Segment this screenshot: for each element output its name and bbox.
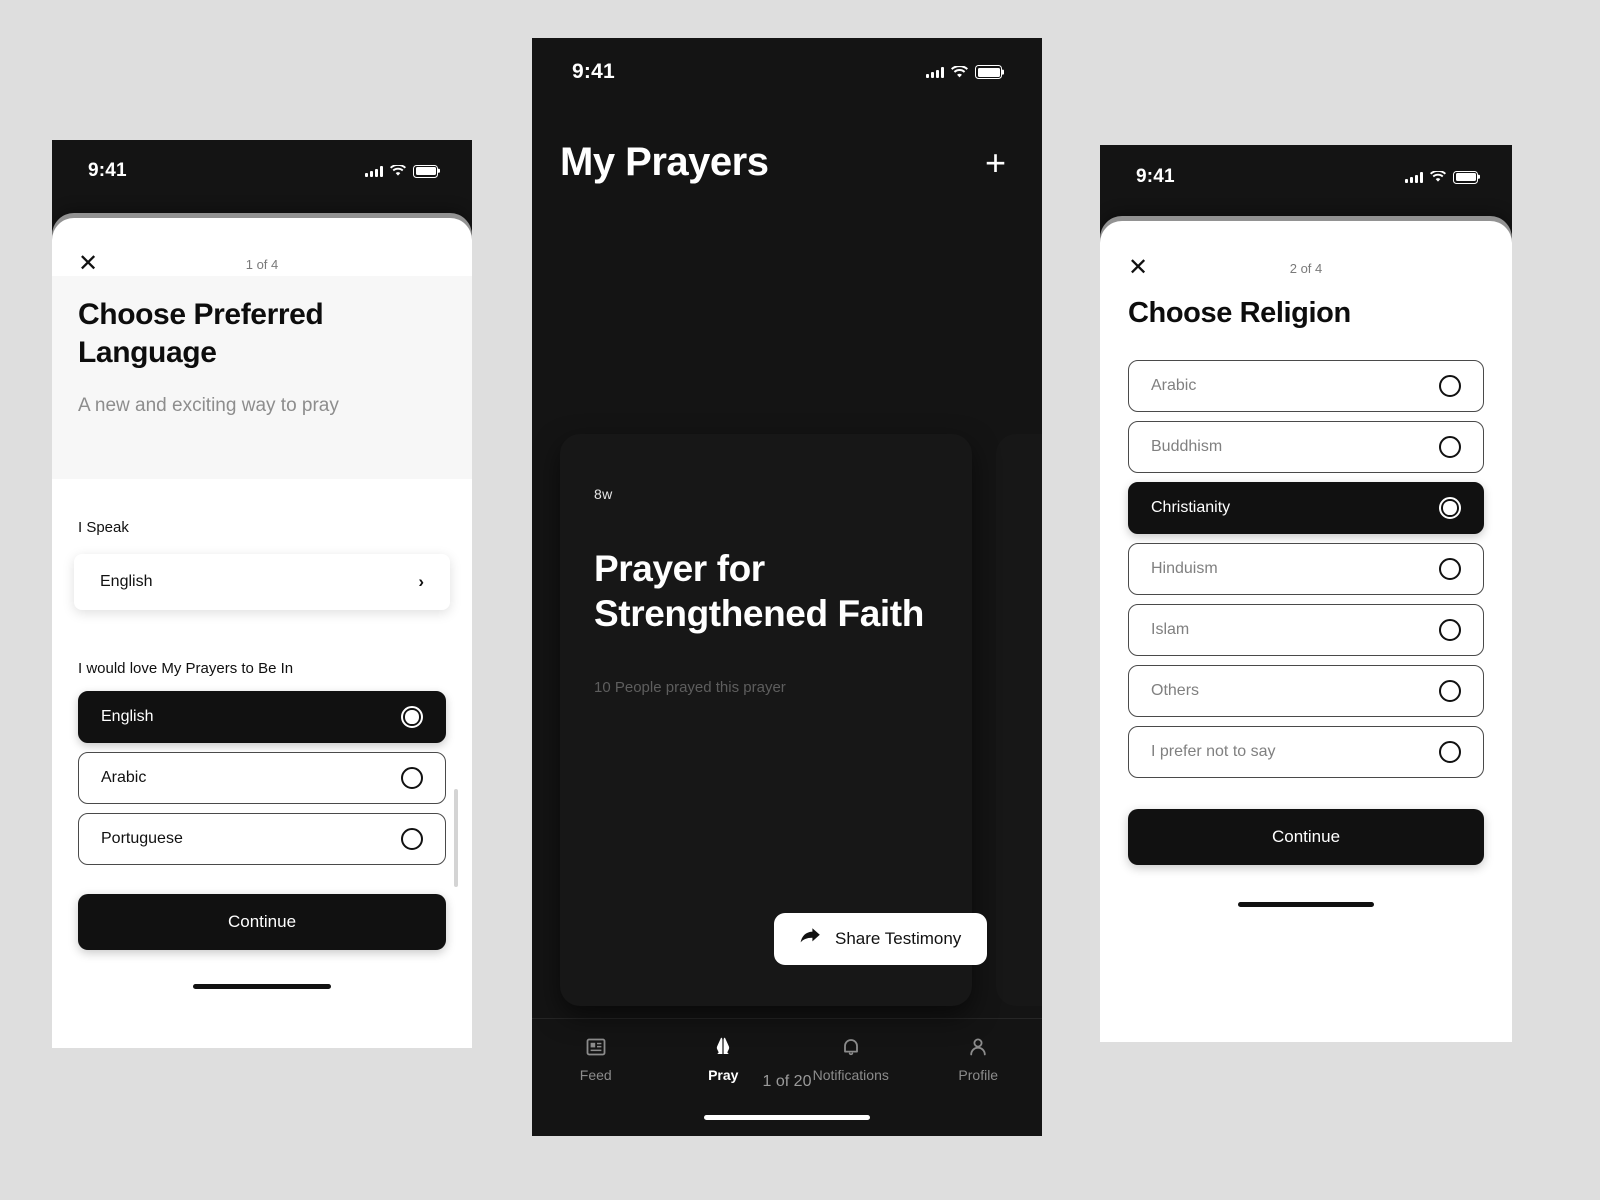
phone-screen-my-prayers: 9:41 My Prayers + 8w Prayer for Strength… (532, 38, 1042, 1136)
praying-hands-icon (711, 1035, 735, 1059)
status-icons (926, 65, 1002, 79)
page-title: My Prayers (560, 140, 769, 184)
step-indicator: 1 of 4 (245, 256, 279, 272)
status-bar: 9:41 (52, 140, 472, 202)
prayer-age: 8w (594, 486, 613, 502)
status-bar: 9:41 (1100, 145, 1512, 209)
i-speak-label: I Speak (78, 519, 129, 536)
language-option-list: English Arabic Portuguese (78, 691, 446, 865)
status-icons (365, 164, 438, 178)
option-label: I prefer not to say (1151, 743, 1276, 760)
sheet-header: ✕ 1 of 4 (52, 218, 472, 276)
person-icon (966, 1035, 990, 1059)
chevron-right-icon: › (418, 572, 424, 591)
prayer-carousel: 8w Prayer for Strengthened Faith 10 Peop… (532, 185, 1042, 1090)
battery-icon (413, 164, 438, 178)
battery-icon (1453, 170, 1478, 184)
language-option-portuguese[interactable]: Portuguese (78, 813, 446, 865)
phone-screen-choose-language: 9:41 ✕ 1 of 4 Choose Preferred Language … (52, 140, 472, 1048)
page-header: My Prayers + (532, 106, 1042, 185)
option-label: Portuguese (101, 830, 183, 847)
sheet-form: I Speak English › I would love My Prayer… (52, 479, 472, 1048)
status-icons (1405, 170, 1478, 184)
cellular-signal-icon (1405, 171, 1423, 183)
status-time: 9:41 (1136, 166, 1175, 187)
option-label: Arabic (1151, 377, 1197, 394)
sheet-intro: Choose Preferred Language A new and exci… (52, 276, 472, 479)
religion-option-others[interactable]: Others (1128, 665, 1484, 717)
home-indicator (1238, 902, 1374, 907)
page-title: Choose Religion (1128, 297, 1351, 329)
carousel-pager: 1 of 20 (762, 1073, 812, 1090)
feed-icon (584, 1035, 608, 1059)
radio-button (401, 828, 423, 850)
prayer-meta: 10 People prayed this prayer (594, 679, 786, 697)
wifi-icon (951, 65, 968, 79)
prayer-card-next[interactable] (996, 434, 1042, 1006)
language-option-arabic[interactable]: Arabic (78, 752, 446, 804)
sheet-header: ✕ 2 of 4 (1128, 221, 1484, 280)
step-indicator: 2 of 4 (1289, 260, 1323, 276)
status-bar: 9:41 (532, 38, 1042, 106)
religion-option-arabic[interactable]: Arabic (1128, 360, 1484, 412)
status-time: 9:41 (88, 160, 127, 181)
radio-button (1439, 680, 1461, 702)
home-indicator (704, 1114, 870, 1120)
share-testimony-button[interactable]: Share Testimony (774, 913, 988, 965)
home-indicator (193, 984, 331, 989)
radio-button (1439, 375, 1461, 397)
share-arrow-icon (800, 927, 821, 951)
language-sheet: ✕ 1 of 4 Choose Preferred Language A new… (52, 218, 472, 1048)
religion-option-prefer-not-to-say[interactable]: I prefer not to say (1128, 726, 1484, 778)
radio-button (1439, 436, 1461, 458)
radio-button (1439, 741, 1461, 763)
i-speak-select[interactable]: English › (74, 554, 450, 610)
plus-icon[interactable]: + (983, 144, 1008, 181)
option-label: Others (1151, 682, 1200, 699)
language-option-english[interactable]: English (78, 691, 446, 743)
bell-icon (839, 1035, 863, 1059)
prayer-title: Prayer for Strengthened Faith (594, 548, 924, 635)
religion-option-list: Arabic Buddhism Christianity Hinduism Is… (1128, 360, 1484, 778)
wifi-icon (1430, 171, 1446, 183)
religion-sheet: ✕ 2 of 4 Choose Religion Arabic Buddhism… (1100, 221, 1512, 1042)
prayers-language-label: I would love My Prayers to Be In (78, 660, 294, 677)
option-label: Hinduism (1151, 560, 1218, 577)
scrollbar[interactable] (454, 789, 458, 887)
option-label: Islam (1151, 621, 1190, 638)
option-label: Christianity (1151, 499, 1231, 516)
page-subtitle: A new and exciting way to pray (78, 395, 339, 416)
radio-button (1439, 558, 1461, 580)
option-label: Buddhism (1151, 438, 1223, 455)
radio-button (1439, 497, 1461, 519)
radio-button (1439, 619, 1461, 641)
religion-option-hinduism[interactable]: Hinduism (1128, 543, 1484, 595)
wifi-icon (390, 165, 406, 177)
religion-option-islam[interactable]: Islam (1128, 604, 1484, 656)
page-title: Choose Preferred Language (78, 298, 324, 369)
cellular-signal-icon (365, 165, 383, 177)
radio-button (401, 767, 423, 789)
continue-button[interactable]: Continue (1128, 809, 1484, 865)
status-time: 9:41 (572, 60, 615, 83)
home-indicator-area (532, 1098, 1042, 1136)
cellular-signal-icon (926, 66, 944, 78)
radio-button (401, 706, 423, 728)
phone-screen-choose-religion: 9:41 ✕ 2 of 4 Choose Religion Arabic Bud… (1100, 145, 1512, 1042)
religion-option-buddhism[interactable]: Buddhism (1128, 421, 1484, 473)
i-speak-value: English (100, 573, 153, 590)
option-label: English (101, 708, 154, 725)
share-testimony-label: Share Testimony (835, 929, 962, 948)
religion-option-christianity[interactable]: Christianity (1128, 482, 1484, 534)
option-label: Arabic (101, 769, 147, 786)
battery-icon (975, 65, 1002, 79)
continue-button[interactable]: Continue (78, 894, 446, 950)
